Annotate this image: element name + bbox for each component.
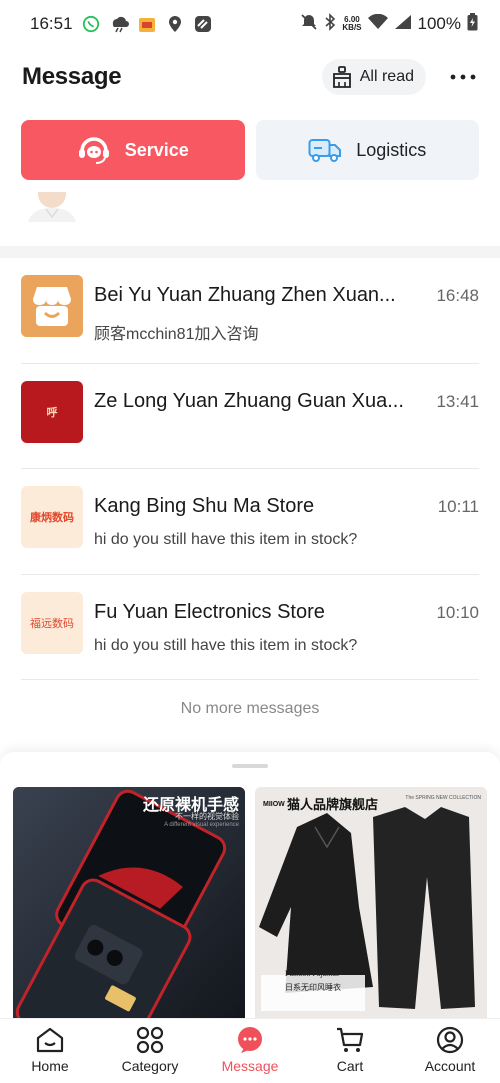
all-read-button[interactable]: All read (321, 59, 426, 95)
battery-percent: 100% (417, 14, 461, 33)
card-headline: 猫人品牌旗舰店 (287, 797, 379, 812)
card-subline: The SPRING NEW COLLECTION (405, 795, 481, 801)
broom-icon (332, 66, 351, 88)
message-list: Bei Yu Yuan Zhuang Zhen Xuan... 16:48 顾客… (0, 258, 500, 680)
conversation-preview: hi do you still have this item in stock? (94, 531, 358, 548)
net-speed-unit: KB/S (342, 23, 362, 32)
recommendations-panel: 还原裸机手感 不一样的视觉体验 A different visual exper… (0, 752, 500, 1032)
nav-home-label: Home (31, 1058, 69, 1074)
conversation-name: Fu Yuan Electronics Store (94, 600, 325, 623)
nav-category-label: Category (121, 1058, 179, 1074)
home-icon (36, 1027, 64, 1053)
list-item[interactable]: 福远数码 Fu Yuan Electronics Store 10:10 hi … (21, 575, 479, 680)
status-bar: 16:51 6.00 KB/S 100% (0, 0, 500, 48)
weather-storm-icon (109, 14, 129, 34)
card-subline: 不一样的视觉体验 (175, 812, 239, 821)
app-notification-icon (137, 14, 157, 34)
section-divider (0, 246, 500, 258)
stack-app-icon (193, 14, 213, 34)
more-dots-icon (450, 74, 476, 80)
shop-icon (21, 275, 83, 337)
truck-icon (308, 139, 342, 162)
network-speed: 6.00 KB/S (342, 16, 361, 32)
bottom-nav: Home Category Message Cart Account (0, 1018, 500, 1083)
card-subline-en: A different visual experience (164, 822, 239, 828)
nav-message-label: Message (221, 1058, 279, 1074)
no-more-messages: No more messages (180, 700, 320, 717)
account-icon (436, 1026, 464, 1054)
nav-message[interactable]: Message (200, 1019, 300, 1083)
header: Message All read (0, 52, 500, 102)
brand-logo-badge: MIIOW (263, 801, 285, 808)
conversation-preview: hi do you still have this item in stock? (94, 636, 358, 654)
card-caption-cn: 日系无印风睡衣 (285, 983, 341, 992)
product-card-phone[interactable]: 还原裸机手感 不一样的视觉体验 A different visual exper… (13, 787, 245, 1027)
more-options-button[interactable] (448, 62, 478, 92)
location-icon (165, 14, 185, 34)
conversation-name: Bei Yu Yuan Zhuang Zhen Xuan... (94, 284, 396, 306)
list-item[interactable]: 康炳数码 Kang Bing Shu Ma Store 10:11 hi do … (21, 469, 479, 575)
list-item[interactable]: 呼 Ze Long Yuan Zhuang Guan Xua... 13:41 (21, 364, 479, 469)
whatsapp-icon (81, 14, 101, 34)
tab-logistics-label: Logistics (356, 139, 427, 160)
product-card-pajamas[interactable]: MIIOW 猫人品牌旗舰店 The SPRING NEW COLLECTION … (255, 787, 487, 1027)
mute-icon (300, 13, 318, 36)
card-caption: Fashion Pajamas (285, 969, 339, 978)
tab-service[interactable]: Service (21, 120, 245, 180)
list-item[interactable]: Bei Yu Yuan Zhuang Zhen Xuan... 16:48 顾客… (21, 258, 479, 364)
store-avatar: 福远数码 (21, 591, 83, 654)
status-time: 16:51 (30, 14, 73, 33)
message-tabs: Service Logistics (21, 120, 479, 180)
category-icon (136, 1026, 164, 1054)
bluetooth-icon (324, 12, 336, 36)
store-avatar: 呼 (21, 380, 83, 443)
tab-service-label: Service (124, 139, 189, 160)
nav-account-label: Account (424, 1058, 476, 1074)
nav-category[interactable]: Category (100, 1019, 200, 1083)
nav-account[interactable]: Account (400, 1019, 500, 1083)
page-title: Message (22, 63, 122, 90)
nav-cart-label: Cart (336, 1058, 364, 1074)
nav-cart[interactable]: Cart (300, 1019, 400, 1083)
store-avatar-text: 康炳数码 (30, 512, 74, 524)
cell-signal-icon (394, 14, 412, 35)
message-icon (238, 1027, 262, 1053)
conversation-time: 10:10 (436, 602, 479, 622)
nav-home[interactable]: Home (0, 1019, 100, 1083)
headset-icon (78, 137, 109, 164)
store-avatar-text: 福远数码 (30, 616, 74, 630)
conversation-time: 16:48 (436, 286, 479, 305)
drag-handle[interactable] (232, 764, 268, 768)
conversation-name: Kang Bing Shu Ma Store (94, 495, 315, 517)
conversation-preview: 顾客mcchin81加入咨询 (94, 326, 259, 343)
cart-icon (337, 1027, 364, 1052)
all-read-label: All read (359, 68, 414, 85)
tab-logistics[interactable]: Logistics (255, 120, 479, 180)
store-avatar (21, 275, 83, 337)
battery-charging-icon (467, 12, 478, 36)
conversation-time: 10:11 (437, 497, 479, 516)
conversation-time: 13:41 (436, 391, 479, 411)
wifi-icon (367, 13, 388, 35)
store-avatar-text: 呼 (46, 406, 58, 419)
service-agent-avatar (24, 192, 80, 222)
conversation-name: Ze Long Yuan Zhuang Guan Xua... (94, 389, 404, 412)
store-avatar: 康炳数码 (21, 486, 83, 548)
